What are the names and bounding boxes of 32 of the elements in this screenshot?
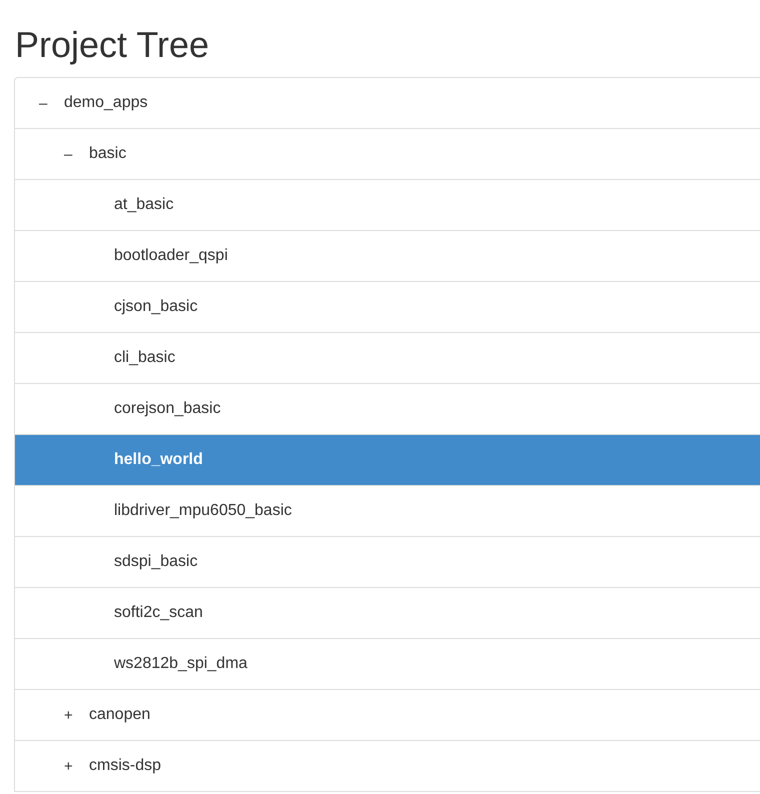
item-label: softi2c_scan [114, 604, 203, 622]
item-label: hello_world [114, 451, 203, 469]
tree-item[interactable]: at_basic [15, 180, 760, 231]
tree-item[interactable]: + cmsis-dsp [15, 741, 760, 792]
item-label: corejson_basic [114, 400, 221, 418]
tree-item[interactable]: – basic [15, 129, 760, 180]
tree-item[interactable]: cli_basic [15, 333, 760, 384]
page-title: Project Tree [14, 23, 210, 67]
tree-item[interactable]: cjson_basic [15, 282, 760, 333]
toggle-icon[interactable]: + [64, 706, 89, 724]
item-label: cmsis-dsp [89, 757, 162, 775]
item-label: ws2812b_spi_dma [114, 655, 248, 673]
tree-item[interactable]: sdspi_basic [15, 537, 760, 588]
item-label: canopen [89, 706, 150, 724]
toggle-icon[interactable]: – [64, 146, 89, 162]
item-label: cjson_basic [114, 298, 198, 316]
tree-item[interactable]: libdriver_mpu6050_basic [15, 486, 760, 537]
tree-item[interactable]: softi2c_scan [15, 588, 760, 639]
tree-item[interactable]: ws2812b_spi_dma [15, 639, 760, 690]
tree-item[interactable]: hello_world [15, 435, 760, 486]
toggle-icon[interactable]: + [64, 758, 89, 774]
tree-item[interactable]: + canopen [15, 690, 760, 741]
item-label: at_basic [114, 196, 174, 214]
item-label: basic [89, 145, 126, 163]
item-label: demo_apps [64, 94, 148, 112]
item-label: sdspi_basic [114, 553, 198, 571]
tree-item[interactable]: – demo_apps [15, 78, 760, 129]
toggle-icon[interactable]: – [39, 94, 64, 112]
item-label: bootloader_qspi [114, 247, 228, 265]
tree-item[interactable]: bootloader_qspi [15, 231, 760, 282]
item-label: libdriver_mpu6050_basic [114, 502, 292, 520]
item-label: cli_basic [114, 349, 176, 367]
